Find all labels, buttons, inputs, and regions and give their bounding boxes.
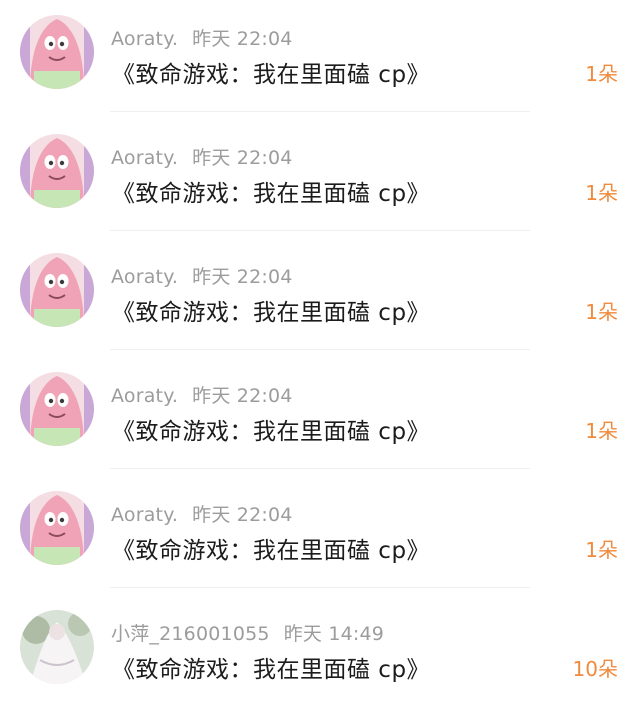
list-item[interactable]: Aoraty. 昨天 22:04 《致命游戏：我在里面磕 cp》 1朵 (0, 119, 640, 239)
divider (110, 468, 530, 469)
divider (110, 111, 530, 112)
list-item[interactable]: Aoraty. 昨天 22:04 《致命游戏：我在里面磕 cp》 1朵 (0, 476, 640, 596)
gift-count: 10朵 (572, 657, 618, 681)
gift-comment-list: Aoraty. 昨天 22:04 《致命游戏：我在里面磕 cp》 1朵 Aorat… (0, 0, 640, 704)
comment-meta: Aoraty. 昨天 22:04 (111, 143, 293, 170)
username[interactable]: Aoraty. (111, 266, 178, 288)
list-item[interactable]: Aoraty. 昨天 22:04 《致命游戏：我在里面磕 cp》 1朵 (0, 357, 640, 477)
gift-count: 1朵 (585, 300, 618, 324)
list-item[interactable]: Aoraty. 昨天 22:04 《致命游戏：我在里面磕 cp》 1朵 (0, 0, 640, 120)
username[interactable]: Aoraty. (111, 147, 178, 169)
comment-meta: Aoraty. 昨天 22:04 (111, 24, 293, 51)
book-title[interactable]: 《致命游戏：我在里面磕 cp》 (112, 412, 430, 446)
list-item[interactable]: 小萍_216001055 昨天 14:49 《致命游戏：我在里面磕 cp》 10朵 (0, 595, 640, 715)
gift-count: 1朵 (585, 62, 618, 86)
gift-count: 1朵 (585, 538, 618, 562)
timestamp: 昨天 22:04 (192, 385, 293, 407)
book-title[interactable]: 《致命游戏：我在里面磕 cp》 (112, 650, 430, 684)
list-item[interactable]: Aoraty. 昨天 22:04 《致命游戏：我在里面磕 cp》 1朵 (0, 238, 640, 358)
comment-meta: 小萍_216001055 昨天 14:49 (111, 619, 384, 646)
timestamp: 昨天 22:04 (192, 504, 293, 526)
book-title[interactable]: 《致命游戏：我在里面磕 cp》 (112, 55, 430, 89)
patrick-avatar-icon[interactable] (20, 134, 94, 208)
username[interactable]: Aoraty. (111, 504, 178, 526)
book-title[interactable]: 《致命游戏：我在里面磕 cp》 (112, 174, 430, 208)
comment-meta: Aoraty. 昨天 22:04 (111, 381, 293, 408)
comment-meta: Aoraty. 昨天 22:04 (111, 500, 293, 527)
timestamp: 昨天 22:04 (192, 147, 293, 169)
divider (110, 230, 530, 231)
book-title[interactable]: 《致命游戏：我在里面磕 cp》 (112, 531, 430, 565)
username[interactable]: Aoraty. (111, 385, 178, 407)
gift-count: 1朵 (585, 181, 618, 205)
comment-meta: Aoraty. 昨天 22:04 (111, 262, 293, 289)
timestamp: 昨天 22:04 (192, 28, 293, 50)
patrick-avatar-icon[interactable] (20, 15, 94, 89)
divider (110, 587, 530, 588)
patrick-avatar-icon[interactable] (20, 491, 94, 565)
patrick-avatar-icon[interactable] (20, 253, 94, 327)
divider (110, 349, 530, 350)
timestamp: 昨天 14:49 (283, 623, 385, 645)
patrick-avatar-icon[interactable] (20, 372, 94, 446)
gift-count: 1朵 (585, 419, 618, 443)
username[interactable]: 小萍_216001055 (111, 623, 270, 645)
timestamp: 昨天 22:04 (192, 266, 293, 288)
white-dress-avatar-icon[interactable] (20, 610, 94, 684)
username[interactable]: Aoraty. (111, 28, 178, 50)
book-title[interactable]: 《致命游戏：我在里面磕 cp》 (112, 293, 430, 327)
